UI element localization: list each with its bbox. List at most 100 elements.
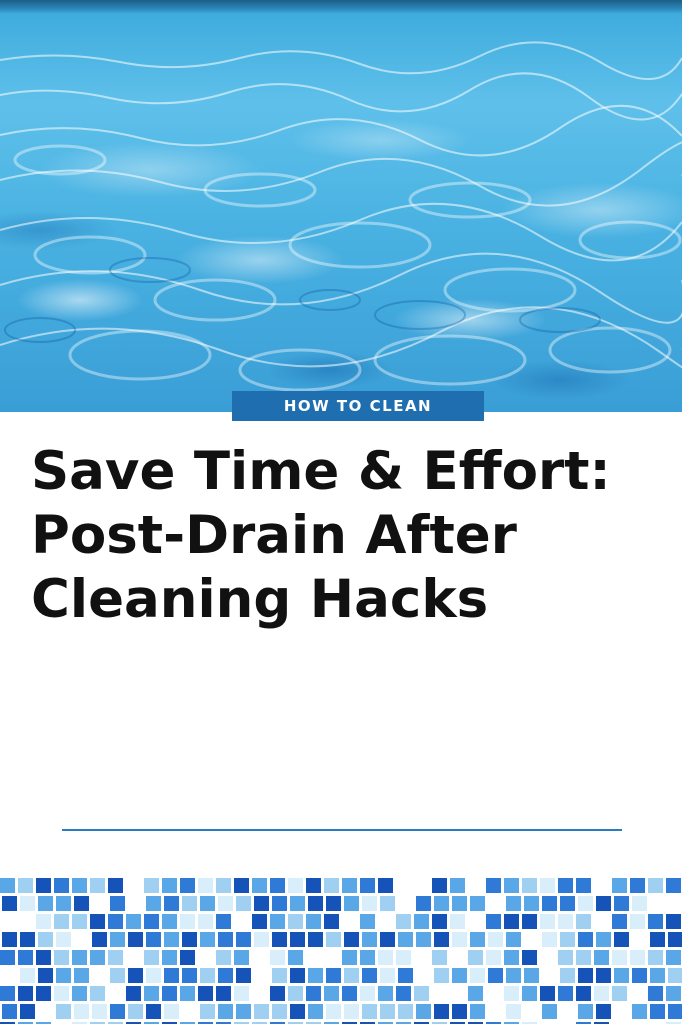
mosaic-tile [558, 914, 573, 929]
mosaic-tile [522, 878, 537, 893]
mosaic-tile [596, 896, 611, 911]
mosaic-tile [666, 950, 681, 965]
mosaic-tile [324, 986, 339, 1001]
mosaic-tile [108, 986, 123, 1001]
mosaic-tile [38, 896, 53, 911]
mosaic-tile [0, 950, 15, 965]
mosaic-tile [488, 968, 503, 983]
mosaic-tile [522, 950, 537, 965]
mosaic-tile [398, 968, 413, 983]
mosaic-tile [504, 986, 519, 1001]
mosaic-tile [416, 932, 431, 947]
mosaic-tile [558, 878, 573, 893]
mosaic-tile [326, 932, 341, 947]
mosaic-tile [324, 878, 339, 893]
mosaic-tile [450, 986, 465, 1001]
mosaic-tile [632, 896, 647, 911]
mosaic-tile [398, 1004, 413, 1019]
mosaic-tile [360, 950, 375, 965]
mosaic-tile [540, 914, 555, 929]
mosaic-tile [254, 968, 269, 983]
mosaic-tile [252, 878, 267, 893]
mosaic-tile [416, 896, 431, 911]
mosaic-tile [432, 878, 447, 893]
mosaic-tile [630, 986, 645, 1001]
mosaic-tile [360, 914, 375, 929]
mosaic-tile [380, 968, 395, 983]
mosaic-tile [380, 1004, 395, 1019]
mosaic-tile [612, 914, 627, 929]
mosaic-tile [236, 932, 251, 947]
mosaic-tile [486, 914, 501, 929]
mosaic-tile [252, 986, 267, 1001]
mosaic-tile [164, 896, 179, 911]
mosaic-tile [396, 914, 411, 929]
mosaic-tile [542, 1004, 557, 1019]
mosaic-tile [504, 914, 519, 929]
mosaic-tile [650, 1004, 665, 1019]
mosaic-tile [126, 986, 141, 1001]
mosaic-tile [290, 968, 305, 983]
mosaic-tile [470, 896, 485, 911]
mosaic-tile [38, 1004, 53, 1019]
mosaic-tile [72, 914, 87, 929]
mosaic-tile [414, 950, 429, 965]
mosaic-tile [452, 968, 467, 983]
mosaic-tile [416, 1004, 431, 1019]
mosaic-tile [648, 986, 663, 1001]
mosaic-tile [198, 950, 213, 965]
mosaic-tile [126, 878, 141, 893]
mosaic-tile [198, 878, 213, 893]
mosaic-tile [2, 1004, 17, 1019]
mosaic-tile [560, 896, 575, 911]
mosaic-tile [92, 968, 107, 983]
mosaic-tile [126, 914, 141, 929]
mosaic-tile [342, 878, 357, 893]
mosaic-tile [254, 1004, 269, 1019]
mosaic-tile [270, 950, 285, 965]
mosaic-tile [182, 968, 197, 983]
mosaic-tile [18, 914, 33, 929]
mosaic-tile [54, 914, 69, 929]
mosaic-tile [432, 950, 447, 965]
mosaic-tile [200, 968, 215, 983]
mosaic-tile [468, 878, 483, 893]
mosaic-tile [378, 986, 393, 1001]
mosaic-tile [450, 950, 465, 965]
mosaic-tile [0, 986, 15, 1001]
mosaic-tile [614, 1004, 629, 1019]
mosaic-tile [2, 896, 17, 911]
mosaic-tile [90, 986, 105, 1001]
mosaic-tile [74, 1004, 89, 1019]
mosaic-tile [162, 914, 177, 929]
mosaic-tile [180, 950, 195, 965]
mosaic-tile [524, 1004, 539, 1019]
mosaic-tile [180, 986, 195, 1001]
mosaic-tile [378, 950, 393, 965]
mosaic-tile [306, 914, 321, 929]
mosaic-tile [290, 1004, 305, 1019]
mosaic-tile [164, 1004, 179, 1019]
mosaic-tile [128, 1004, 143, 1019]
mosaic-tile [524, 968, 539, 983]
divider-line [62, 829, 622, 831]
mosaic-tile [324, 950, 339, 965]
category-badge: HOW TO CLEAN [232, 391, 484, 421]
mosaic-tile [92, 1004, 107, 1019]
mosaic-tile [596, 932, 611, 947]
mosaic-tile [18, 986, 33, 1001]
mosaic-tile [326, 896, 341, 911]
mosaic-tile [434, 1004, 449, 1019]
mosaic-tile [612, 950, 627, 965]
mosaic-tile [92, 896, 107, 911]
mosaic-tile [36, 914, 51, 929]
mosaic-tile [470, 932, 485, 947]
mosaic-tile [648, 950, 663, 965]
mosaic-tile [416, 968, 431, 983]
mosaic-tile [144, 914, 159, 929]
mosaic-tile [522, 986, 537, 1001]
mosaic-tile [54, 878, 69, 893]
mosaic-tile [324, 914, 339, 929]
mosaic-tile [2, 968, 17, 983]
headline-title: Save Time & Effort: Post-Drain After Cle… [31, 440, 671, 632]
